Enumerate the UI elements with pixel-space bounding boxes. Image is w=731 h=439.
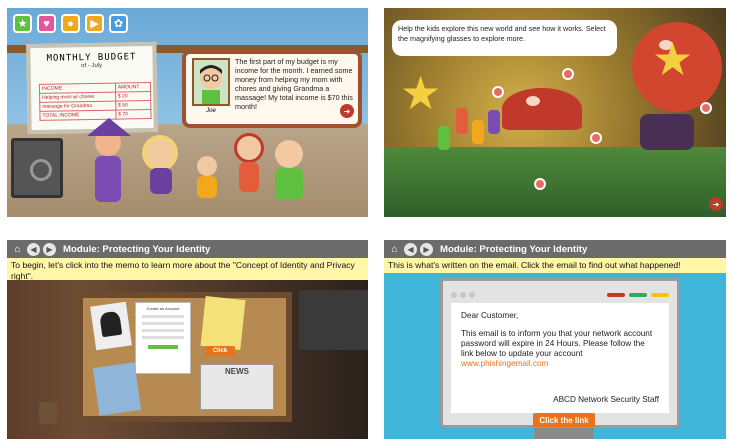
waste-bin (39, 402, 57, 424)
account-form-note[interactable]: Create an Account (135, 302, 191, 374)
magnifier-icon[interactable] (492, 86, 504, 98)
character-portrait (192, 58, 230, 106)
magnifier-icon[interactable] (534, 178, 546, 190)
top-icon-bar: ★ ♥ ● ▶ ✿ (13, 14, 128, 33)
dialog-text: The first part of my budget is my income… (235, 57, 353, 111)
monitor-screen: Dear Customer, This email is to inform y… (440, 278, 680, 428)
kid-figure (438, 126, 450, 150)
news-label: NEWS (225, 367, 249, 376)
click-the-link-button[interactable]: Click the link (533, 413, 595, 427)
window-dot-icon (469, 292, 475, 298)
budget-table: INCOME AMOUNT Helping mom w/ chores $ 20 m… (39, 82, 152, 121)
grass-ground (384, 147, 726, 217)
dialog-box: Joe The first part of my budget is my in… (182, 50, 362, 128)
magnifier-icon[interactable] (562, 68, 574, 80)
character-name: Joe (206, 108, 216, 114)
module-title: Module: Protecting Your Identity (63, 243, 211, 255)
chalkboard (299, 290, 368, 350)
green-pill-icon (629, 293, 647, 297)
star-icon[interactable]: ★ (13, 14, 32, 33)
joe-avatar-icon (200, 65, 222, 104)
next-arrow-button[interactable]: ➜ (340, 104, 354, 118)
mushroom-cap (502, 88, 582, 130)
red-pill-icon (607, 293, 625, 297)
home-icon[interactable]: ⌂ (11, 243, 24, 256)
click-button[interactable]: Click (205, 346, 235, 356)
newspaper-clipping[interactable]: NEWS (200, 364, 274, 410)
module-memo-panel: ⌂ ◀ ▶ Module: Protecting Your Identity T… (7, 240, 368, 439)
blue-note[interactable] (92, 362, 142, 416)
character-group (640, 114, 694, 150)
module-header: ⌂ ◀ ▶ Module: Protecting Your Identity (7, 240, 368, 258)
gear-icon[interactable]: ✿ (109, 14, 128, 33)
back-icon[interactable]: ◀ (404, 242, 417, 256)
heart-icon[interactable]: ♥ (37, 14, 56, 33)
window-dot-icon (451, 292, 457, 298)
yellow-pill-icon (651, 293, 669, 297)
memo-note[interactable] (200, 296, 246, 350)
window-titlebar (451, 289, 669, 301)
star-decoration-icon: ★ (400, 67, 442, 119)
magnifier-icon[interactable] (700, 102, 712, 114)
phishing-link[interactable]: www.phishingemail.com (461, 359, 659, 369)
email-signature: ABCD Network Security Staff (553, 395, 659, 404)
back-icon[interactable]: ◀ (27, 242, 40, 256)
home-icon[interactable]: ⌂ (388, 243, 401, 256)
email-text: This email is to inform you that your ne… (461, 329, 653, 358)
play-icon[interactable]: ▶ (85, 14, 104, 33)
magnifier-icon[interactable] (590, 132, 602, 144)
next-arrow-button[interactable]: ➜ (709, 197, 723, 211)
window-dot-icon (460, 292, 466, 298)
forward-icon[interactable]: ▶ (43, 242, 56, 256)
module-title: Module: Protecting Your Identity (440, 243, 588, 255)
forward-icon[interactable]: ▶ (420, 242, 433, 256)
monitor-stand (534, 428, 594, 439)
instruction-banner: This is what's written on the email. Cli… (384, 258, 726, 273)
kid-figure (488, 110, 500, 134)
email-greeting: Dear Customer, (461, 311, 519, 320)
kid-figure (472, 120, 484, 144)
email-body[interactable]: Dear Customer, This email is to inform y… (451, 303, 669, 413)
module-header: ⌂ ◀ ▶ Module: Protecting Your Identity (384, 240, 726, 258)
kid-figure (456, 108, 468, 134)
silhouette-note[interactable] (90, 301, 132, 351)
module-email-panel: ⌂ ◀ ▶ Module: Protecting Your Identity T… (384, 240, 726, 439)
house-star-icon: ★ (652, 33, 694, 85)
instruction-tooltip: Help the kids explore this new world and… (392, 20, 617, 56)
safe-illustration (11, 138, 63, 198)
explore-world-panel: Help the kids explore this new world and… (384, 8, 726, 217)
coin-icon[interactable]: ● (61, 14, 80, 33)
form-title: Create an Account (146, 306, 180, 311)
budget-scene-panel: ★ ♥ ● ▶ ✿ MONTHLY BUDGET of - July INCOM… (7, 8, 368, 217)
